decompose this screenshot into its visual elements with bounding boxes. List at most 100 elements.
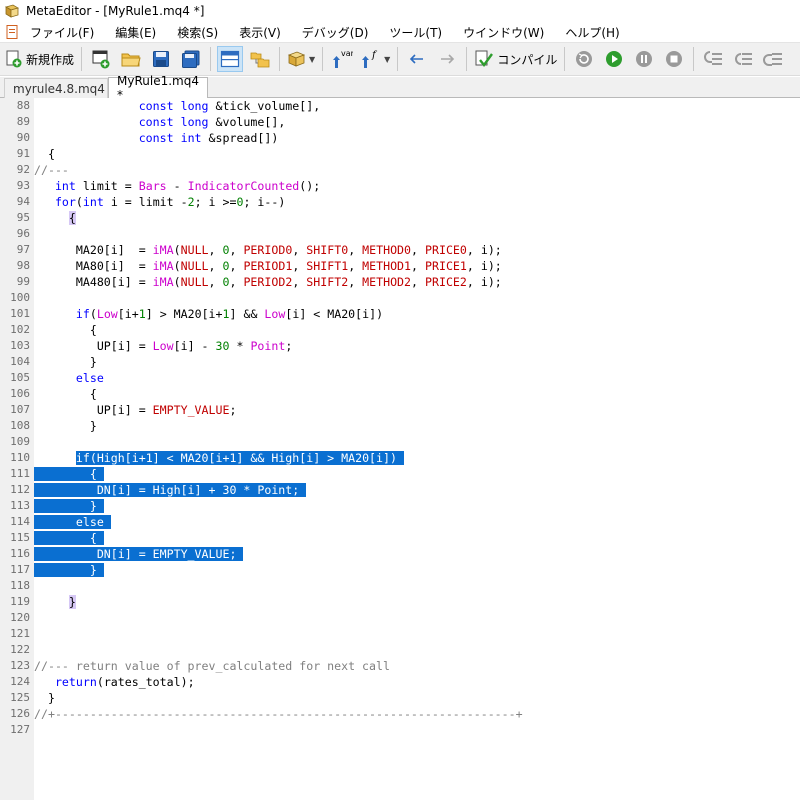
code-text: MA20[i] = iMA(NULL, 0, PERIOD0, SHIFT0, … bbox=[34, 243, 502, 257]
new-project-button[interactable] bbox=[88, 46, 114, 72]
code-line[interactable]: 121 bbox=[0, 626, 800, 642]
new-file-icon bbox=[6, 50, 22, 68]
step-into-icon bbox=[704, 51, 723, 65]
code-line[interactable]: 112 DN[i] = High[i] + 30 * Point; bbox=[0, 482, 800, 498]
code-line[interactable]: 115 { bbox=[0, 530, 800, 546]
code-line[interactable]: 99 MA480[i] = iMA(NULL, 0, PERIOD2, SHIF… bbox=[0, 274, 800, 290]
code-line[interactable]: 107 UP[i] = EMPTY_VALUE; bbox=[0, 402, 800, 418]
code-line[interactable]: 104 } bbox=[0, 354, 800, 370]
code-line[interactable]: 117 } bbox=[0, 562, 800, 578]
code-line[interactable]: 90 const int &spread[]) bbox=[0, 130, 800, 146]
code-line[interactable]: 108 } bbox=[0, 418, 800, 434]
line-number: 99 bbox=[16, 275, 30, 288]
code-line[interactable]: 106 { bbox=[0, 386, 800, 402]
code-line[interactable]: 89 const long &volume[], bbox=[0, 114, 800, 130]
insert-function-button[interactable]: f ▼ bbox=[359, 46, 391, 72]
code-line[interactable]: 123 //--- return value of prev_calculated… bbox=[0, 658, 800, 674]
code-line[interactable]: 98 MA80[i] = iMA(NULL, 0, PERIOD1, SHIFT… bbox=[0, 258, 800, 274]
code-line[interactable]: 91 { bbox=[0, 146, 800, 162]
code-line[interactable]: 88 const long &tick_volume[], bbox=[0, 98, 800, 114]
menu-debug[interactable]: デバッグ(D) bbox=[302, 24, 380, 41]
code-text: DN[i] = EMPTY_VALUE; bbox=[34, 547, 244, 561]
line-number: 108 bbox=[10, 419, 30, 432]
metaeditor-app-icon bbox=[5, 4, 19, 18]
toolbar-separator bbox=[564, 47, 566, 71]
menu-view[interactable]: 表示(V) bbox=[239, 24, 292, 41]
tab-myrule4-8[interactable]: myrule4.8.mq4 bbox=[4, 78, 108, 98]
navigator-toggle-button[interactable] bbox=[217, 46, 244, 72]
code-line[interactable]: 101 if(Low[i+1] > MA20[i+1] && Low[i] < … bbox=[0, 306, 800, 322]
back-button[interactable] bbox=[404, 46, 430, 72]
dropdown-arrow-icon[interactable]: ▼ bbox=[309, 55, 315, 64]
line-number: 89 bbox=[16, 115, 30, 128]
code-line[interactable]: 92 //--- bbox=[0, 162, 800, 178]
code-editor[interactable]: 88 const long &tick_volume[], 89 const lo… bbox=[0, 98, 800, 800]
debug-history-button[interactable] bbox=[571, 46, 597, 72]
code-line[interactable]: 111 { bbox=[0, 466, 800, 482]
document-icon[interactable] bbox=[4, 24, 20, 40]
code-line[interactable]: 94 for(int i = limit -2; i >=0; i--) bbox=[0, 194, 800, 210]
code-line[interactable]: 122 bbox=[0, 642, 800, 658]
menu-window[interactable]: ウインドウ(W) bbox=[463, 24, 555, 41]
code-line[interactable]: 118 bbox=[0, 578, 800, 594]
line-number: 111 bbox=[10, 467, 30, 480]
code-line[interactable]: 95 { bbox=[0, 210, 800, 226]
menu-tools[interactable]: ツール(T) bbox=[389, 24, 453, 41]
code-text: UP[i] = EMPTY_VALUE; bbox=[34, 403, 237, 417]
step-over-button[interactable] bbox=[730, 46, 756, 72]
code-line[interactable]: 120 bbox=[0, 610, 800, 626]
open-folder-button[interactable] bbox=[118, 46, 144, 72]
save-button[interactable] bbox=[148, 46, 174, 72]
code-text: const int &spread[]) bbox=[138, 131, 279, 145]
code-line[interactable]: 127 bbox=[0, 722, 800, 738]
line-number: 98 bbox=[16, 259, 30, 272]
menu-edit[interactable]: 編集(E) bbox=[115, 24, 167, 41]
compile-button[interactable]: コンパイル bbox=[473, 46, 558, 72]
line-number: 116 bbox=[10, 547, 30, 560]
code-text: //+-------------------------------------… bbox=[34, 707, 523, 721]
toolbox-toggle-button[interactable] bbox=[247, 46, 273, 72]
stop-debug-button[interactable] bbox=[661, 46, 687, 72]
start-debug-button[interactable] bbox=[601, 46, 627, 72]
code-text: { bbox=[34, 323, 97, 337]
tab-myrule1[interactable]: MyRule1.mq4 * bbox=[108, 74, 208, 102]
code-line[interactable]: 105 else bbox=[0, 370, 800, 386]
menu-search[interactable]: 検索(S) bbox=[177, 24, 229, 41]
code-line[interactable]: 114 else bbox=[0, 514, 800, 530]
new-file-button[interactable]: 新規作成 bbox=[4, 46, 75, 72]
code-text: UP[i] = Low[i] - 30 * Point; bbox=[34, 339, 293, 353]
code-line[interactable]: 96 bbox=[0, 226, 800, 242]
code-line[interactable]: 100 bbox=[0, 290, 800, 306]
step-into-button[interactable] bbox=[700, 46, 726, 72]
line-number: 101 bbox=[10, 307, 30, 320]
pause-debug-button[interactable] bbox=[631, 46, 657, 72]
code-text: //--- bbox=[34, 163, 69, 177]
step-out-button[interactable] bbox=[760, 46, 786, 72]
styler-button[interactable]: ▼ bbox=[286, 46, 316, 72]
code-line[interactable]: 109 bbox=[0, 434, 800, 450]
menu-help[interactable]: ヘルプ(H) bbox=[565, 24, 630, 41]
code-line[interactable]: 110 if(High[i+1] < MA20[i+1] && High[i] … bbox=[0, 450, 800, 466]
code-line[interactable]: 93 int limit = Bars - IndicatorCounted()… bbox=[0, 178, 800, 194]
code-text: { bbox=[68, 211, 76, 225]
new-project-icon bbox=[92, 50, 110, 69]
forward-button[interactable] bbox=[434, 46, 460, 72]
code-line[interactable]: 124 return(rates_total); bbox=[0, 674, 800, 690]
code-text: } bbox=[34, 691, 55, 705]
line-number: 105 bbox=[10, 371, 30, 384]
code-line[interactable]: 103 UP[i] = Low[i] - 30 * Point; bbox=[0, 338, 800, 354]
line-number: 115 bbox=[10, 531, 30, 544]
code-area[interactable]: 88 const long &tick_volume[], 89 const lo… bbox=[0, 98, 800, 738]
insert-variable-button[interactable]: var bbox=[329, 46, 355, 72]
line-number: 118 bbox=[10, 579, 30, 592]
code-line[interactable]: 113 } bbox=[0, 498, 800, 514]
code-line[interactable]: 97 MA20[i] = iMA(NULL, 0, PERIOD0, SHIFT… bbox=[0, 242, 800, 258]
code-line[interactable]: 119 } bbox=[0, 594, 800, 610]
code-line[interactable]: 102 { bbox=[0, 322, 800, 338]
save-all-button[interactable] bbox=[178, 46, 204, 72]
code-line[interactable]: 125 } bbox=[0, 690, 800, 706]
dropdown-arrow-icon[interactable]: ▼ bbox=[384, 55, 390, 64]
menu-file[interactable]: ファイル(F) bbox=[30, 24, 105, 41]
code-line[interactable]: 126 //+----------------------------------… bbox=[0, 706, 800, 722]
code-line[interactable]: 116 DN[i] = EMPTY_VALUE; bbox=[0, 546, 800, 562]
